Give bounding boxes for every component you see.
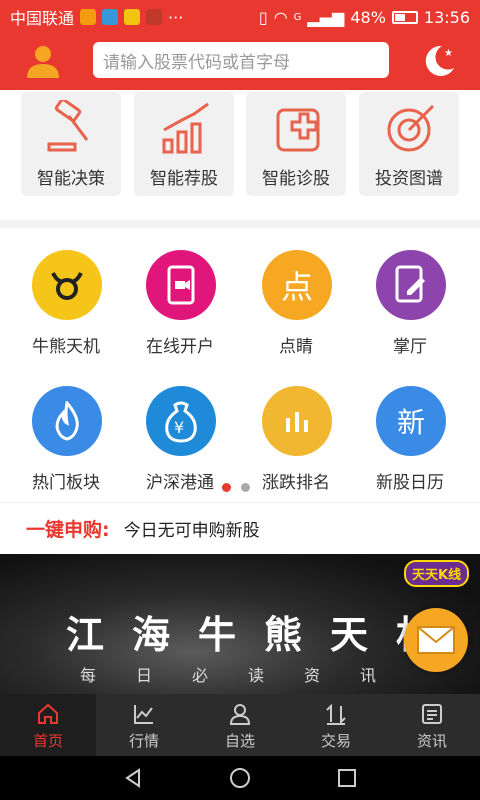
point-icon: 点: [262, 250, 332, 320]
message-envelope-icon[interactable]: [404, 608, 468, 672]
back-icon[interactable]: [121, 766, 145, 790]
smart-tools-section: 智能决策 智能荐股 智能诊股 投资图谱: [0, 90, 480, 220]
signal-icon: ▂▄▆: [307, 7, 345, 27]
feature-ranking[interactable]: 涨跌排名: [236, 386, 356, 496]
feature-label: 涨跌排名: [262, 473, 330, 493]
home-icon: [38, 703, 58, 724]
carrier-label: 中国联通: [10, 9, 75, 28]
new-stock-icon: 新: [376, 386, 446, 456]
banner-kline-tag: 天天K线: [404, 560, 470, 587]
user-icon: [229, 704, 251, 725]
app-header: 请输入股票代码或首字母 ★: [0, 34, 480, 90]
user-avatar-icon[interactable]: [24, 42, 62, 80]
svg-text:★: ★: [444, 48, 453, 59]
feature-hot-sectors[interactable]: 热门板块: [6, 386, 126, 496]
feature-label: 掌厅: [393, 337, 427, 357]
page-indicator: [222, 483, 250, 492]
banner-title: 江海牛熊天机: [66, 613, 463, 657]
tool-smart-decision[interactable]: 智能决策: [21, 92, 121, 196]
tablet-edit-icon: [376, 250, 446, 320]
feature-label: 热门板块: [32, 473, 100, 493]
status-bar: 中国联通 ··· ▯ ◠ G ▂▄▆ 48% 13:56: [0, 0, 480, 34]
page-dot[interactable]: [241, 483, 250, 492]
target-icon: [387, 104, 435, 152]
feature-grid: 牛熊天机 在线开户 点 点睛 掌厅 热门板块 ¥ 沪深港通 涨跌排名 新 新股日…: [0, 228, 480, 498]
trade-arrows-icon: [326, 703, 346, 725]
tool-smart-recommend[interactable]: 智能荐股: [134, 92, 234, 196]
vibrate-icon: ▯: [258, 7, 268, 27]
tool-investment-map[interactable]: 投资图谱: [359, 92, 459, 196]
section-divider: [0, 220, 480, 228]
tab-label: 资讯: [416, 732, 447, 750]
market-chart-icon: [134, 705, 153, 724]
bull-icon: [32, 250, 102, 320]
feature-dianjing[interactable]: 点 点睛: [236, 250, 356, 360]
one-click-ipo-row[interactable]: 一键申购: 今日无可申购新股: [0, 502, 480, 554]
gavel-icon: [47, 100, 89, 152]
feature-zhangting[interactable]: 掌厅: [350, 250, 470, 360]
tool-label: 智能荐股: [150, 169, 218, 189]
tab-label: 自选: [224, 732, 255, 750]
feature-label: 新股日历: [376, 473, 444, 493]
svg-text:¥: ¥: [174, 418, 184, 437]
battery-icon: [391, 10, 418, 24]
feature-bull-bear[interactable]: 牛熊天机: [6, 250, 126, 360]
phone-camera-icon: [146, 250, 216, 320]
growth-chart-icon: [162, 102, 209, 154]
tab-home[interactable]: 首页: [0, 694, 96, 756]
clock: 13:56: [423, 7, 470, 27]
wifi-icon: ◠: [273, 7, 288, 27]
feature-open-account[interactable]: 在线开户: [120, 250, 240, 360]
feature-label: 在线开户: [146, 337, 214, 357]
night-mode-icon[interactable]: ★: [420, 42, 458, 80]
tool-label: 智能决策: [37, 169, 105, 189]
bottom-tab-bar: 首页 行情 自选 交易 资讯: [0, 694, 480, 756]
system-nav-bar: [0, 756, 480, 800]
tab-news[interactable]: 资讯: [384, 694, 480, 756]
shopping-app-icon: [124, 9, 141, 25]
recents-icon[interactable]: [335, 766, 359, 790]
more-notifications-icon: ···: [168, 7, 184, 27]
news-icon: [422, 704, 442, 724]
ipo-status-text: 今日无可申购新股: [123, 521, 260, 541]
huawei-app-icon: [146, 9, 163, 25]
tab-watchlist[interactable]: 自选: [192, 694, 288, 756]
tab-market[interactable]: 行情: [96, 694, 192, 756]
tab-trade[interactable]: 交易: [288, 694, 384, 756]
money-bag-icon: ¥: [146, 386, 216, 456]
network-type-label: G: [293, 11, 302, 23]
tab-label: 行情: [128, 732, 159, 750]
tool-label: 投资图谱: [375, 169, 443, 189]
feature-label: 点睛: [279, 337, 313, 357]
page-dot-active[interactable]: [222, 483, 231, 492]
medical-kit-icon: [276, 108, 320, 152]
bar-chart-icon: [262, 386, 332, 456]
search-placeholder: 请输入股票代码或首字母: [103, 52, 290, 73]
home-nav-icon[interactable]: [228, 766, 252, 790]
ipo-label: 一键申购:: [26, 519, 110, 541]
tab-label: 首页: [32, 732, 63, 750]
feature-label: 牛熊天机: [32, 337, 100, 357]
tab-label: 交易: [320, 732, 351, 750]
search-input[interactable]: 请输入股票代码或首字母: [93, 42, 389, 78]
battery-percent: 48%: [350, 7, 386, 27]
tool-smart-diagnose[interactable]: 智能诊股: [246, 92, 346, 196]
message-app-icon: [102, 9, 119, 25]
feature-connect[interactable]: ¥ 沪深港通: [120, 386, 240, 496]
notification-app-icon: [80, 9, 97, 25]
tool-label: 智能诊股: [262, 169, 330, 189]
feature-new-stock-calendar[interactable]: 新 新股日历: [350, 386, 470, 496]
flame-icon: [32, 386, 102, 456]
banner-subtitle: 每日必读资讯: [80, 666, 417, 685]
